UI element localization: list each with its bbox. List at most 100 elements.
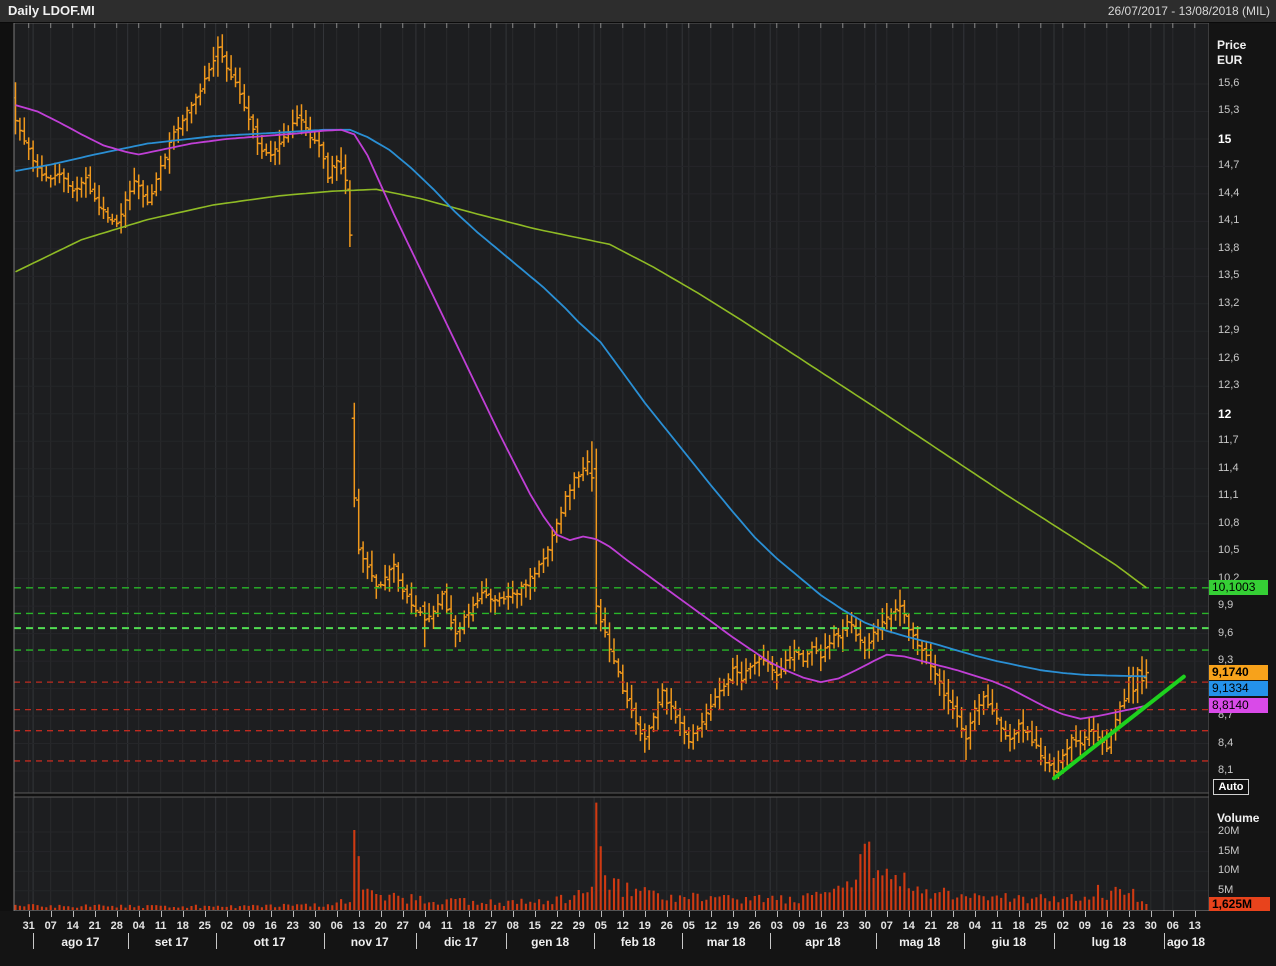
week-label-30-38: 30 (858, 920, 871, 932)
month-label-ago-18: ago 18 (1166, 935, 1205, 949)
month-separator (682, 933, 684, 949)
week-label-28-4: 28 (110, 920, 123, 932)
price-scale-axis[interactable]: Price EUR 15,6 15,3 15 14,7 14,4 14,1 13,8 13,5… (1209, 22, 1276, 966)
price-tick-12-6: 12,6 (1218, 351, 1240, 364)
price-tag-ma-magenta-value: 8,8140 (1209, 698, 1268, 714)
week-tick-mark (94, 911, 96, 917)
week-label-19-32: 19 (726, 920, 739, 932)
price-tick-8-4: 8,4 (1218, 736, 1234, 749)
week-tick-mark (446, 911, 448, 917)
month-separator (33, 933, 35, 949)
price-axis-title: Price (1217, 38, 1247, 52)
week-label-18-45: 18 (1012, 920, 1025, 932)
week-tick-mark (336, 911, 338, 917)
title-bar: Daily LDOF.MI 26/07/2017 - 13/08/2018 (M… (0, 0, 1276, 23)
week-label-26-29: 26 (660, 920, 673, 932)
week-tick-mark (798, 911, 800, 917)
week-tick-mark (138, 911, 140, 917)
pane-frames (13, 22, 1214, 912)
week-tick-mark (1018, 911, 1020, 917)
week-label-06-14: 06 (330, 920, 343, 932)
month-separator (1053, 933, 1055, 949)
week-label-16-11: 16 (264, 920, 277, 932)
price-tick-8-1: 8,1 (1218, 764, 1234, 776)
week-tick-mark (490, 911, 492, 917)
week-label-19-28: 19 (638, 920, 651, 932)
week-label-16-49: 16 (1100, 920, 1113, 932)
month-separator (127, 933, 129, 949)
month-label-dic-17: dic 17 (444, 935, 479, 949)
week-tick-mark (622, 911, 624, 917)
week-label-03-34: 03 (770, 920, 783, 932)
week-label-05-26: 05 (594, 920, 607, 932)
week-label-11-19: 11 (440, 920, 453, 932)
date-range-label: 26/07/2017 - 13/08/2018 (MIL) (1107, 4, 1270, 18)
week-label-08-22: 08 (506, 920, 519, 932)
week-label-07-1: 07 (44, 920, 57, 932)
week-tick-mark (930, 911, 932, 917)
price-tick-14-4: 14,4 (1218, 186, 1240, 199)
month-label-apr-18: apr 18 (805, 935, 841, 949)
week-label-21-3: 21 (88, 920, 101, 932)
week-label-18-7: 18 (176, 920, 189, 932)
week-label-12-31: 12 (704, 920, 717, 932)
month-label-giu-18: giu 18 (991, 935, 1027, 949)
week-label-13-53: 13 (1188, 920, 1201, 932)
week-tick-mark (512, 911, 514, 917)
week-tick-mark (1172, 911, 1174, 917)
chart-title: Daily LDOF.MI (8, 3, 95, 18)
date-axis[interactable]: 31 07 14 21 28 04 11 18 25 02 09 16 23 30 06 13 20 27 04 11… (0, 911, 1276, 966)
week-tick-mark (1062, 911, 1064, 917)
week-label-25-8: 25 (198, 920, 211, 932)
week-tick-mark (116, 911, 118, 917)
price-tick-14-7: 14,7 (1218, 159, 1240, 172)
price-tick-12: 12 (1218, 406, 1232, 421)
week-label-07-39: 07 (880, 920, 893, 932)
price-tick-15: 15 (1218, 131, 1232, 146)
week-tick-mark (908, 911, 910, 917)
volume-bars (14, 802, 1148, 910)
week-label-25-46: 25 (1034, 920, 1047, 932)
price-tick-11-7: 11,7 (1218, 434, 1239, 447)
month-separator (1163, 933, 1165, 949)
price-tick-11-1: 11,1 (1218, 489, 1239, 502)
grid-lines (14, 23, 1209, 911)
week-label-09-35: 09 (792, 920, 805, 932)
month-separator (594, 933, 596, 949)
month-label-ott-17: ott 17 (253, 935, 286, 949)
week-label-14-2: 14 (66, 920, 79, 932)
week-tick-mark (710, 911, 712, 917)
price-tick-12-9: 12,9 (1218, 324, 1240, 337)
price-tick-15-3: 15,3 (1218, 104, 1240, 117)
week-tick-mark (1040, 911, 1042, 917)
week-label-02-47: 02 (1056, 920, 1069, 932)
chart-canvas[interactable] (0, 0, 1276, 966)
week-tick-mark (886, 911, 888, 917)
week-label-21-41: 21 (924, 920, 937, 932)
week-label-27-17: 27 (396, 920, 409, 932)
month-separator (875, 933, 877, 949)
week-tick-mark (50, 911, 52, 917)
week-label-16-36: 16 (814, 920, 827, 932)
price-tick-13-2: 13,2 (1218, 296, 1240, 309)
week-label-11-44: 11 (990, 920, 1003, 932)
week-label-12-27: 12 (616, 920, 629, 932)
week-tick-mark (952, 911, 954, 917)
week-tick-mark (1128, 911, 1130, 917)
volume-tag-last-volume: 1,625M (1209, 896, 1270, 912)
price-auto-scale-button[interactable]: Auto (1213, 779, 1249, 795)
week-tick-mark (578, 911, 580, 917)
week-tick-mark (182, 911, 184, 917)
month-label-set-17: set 17 (154, 935, 189, 949)
week-label-15-23: 15 (528, 920, 541, 932)
week-tick-mark (402, 911, 404, 917)
week-tick-mark (732, 911, 734, 917)
week-tick-mark (666, 911, 668, 917)
week-label-09-48: 09 (1078, 920, 1091, 932)
week-tick-mark (380, 911, 382, 917)
week-tick-mark (248, 911, 250, 917)
month-label-feb-18: feb 18 (620, 935, 656, 949)
month-separator (770, 933, 772, 949)
week-tick-mark (688, 911, 690, 917)
price-tick-13-5: 13,5 (1218, 269, 1240, 282)
